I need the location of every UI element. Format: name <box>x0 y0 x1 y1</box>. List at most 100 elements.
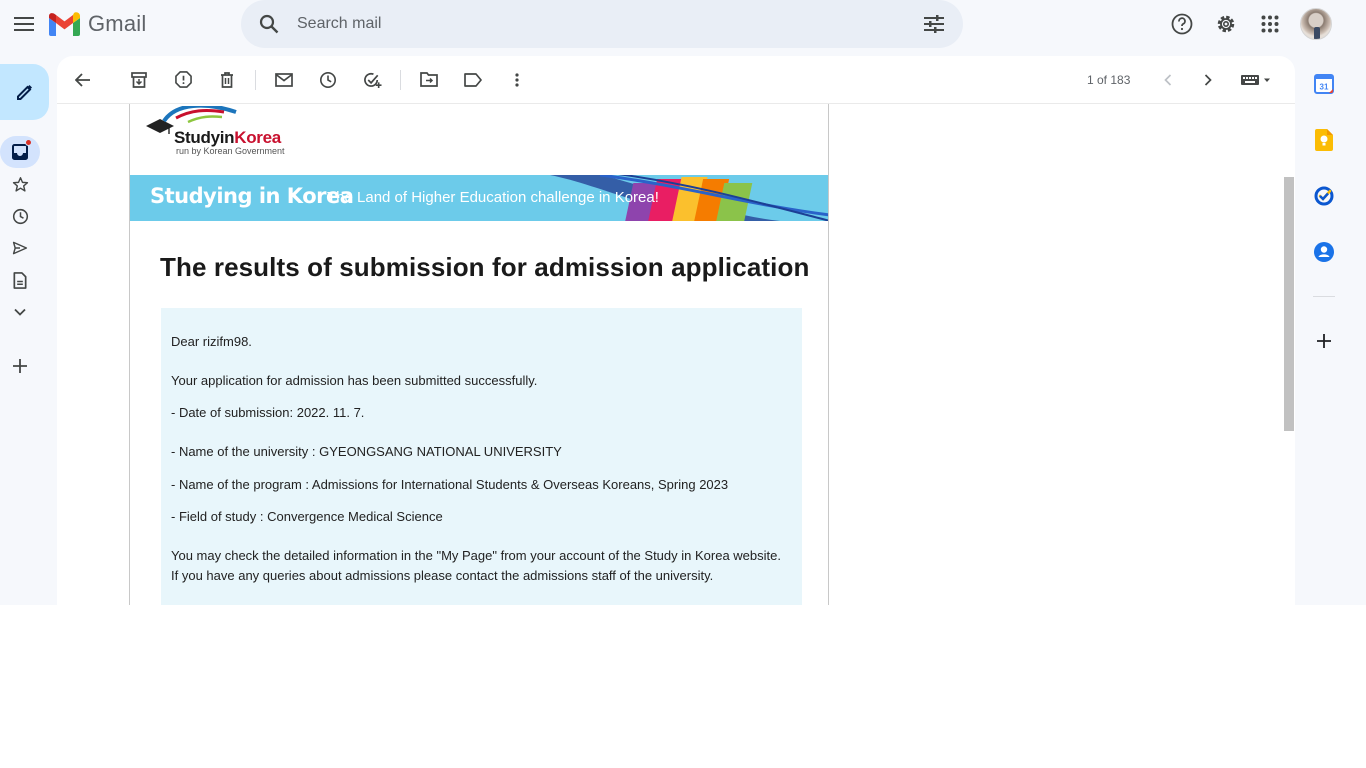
toolbar-divider <box>400 69 401 90</box>
back-icon <box>75 72 90 87</box>
newer-button[interactable] <box>1188 60 1228 100</box>
add-addon-icon <box>1317 334 1331 348</box>
greeting: Dear rizifm98. <box>171 334 252 349</box>
more-options-icon <box>515 72 519 87</box>
submission-confirmation: Your application for admission has been … <box>171 373 538 388</box>
menu-icon <box>14 17 34 31</box>
message-box: Dear rizifm98. Your application for admi… <box>161 308 802 605</box>
side-panel-divider <box>1313 296 1335 297</box>
banner-title: Studying in Korea <box>150 184 354 208</box>
older-icon <box>1164 74 1172 86</box>
search-button[interactable] <box>241 0 297 48</box>
add-label-icon <box>13 359 27 373</box>
gmail-logo[interactable]: Gmail <box>49 10 146 38</box>
contact-info: If you have any queries about admissions… <box>171 568 714 583</box>
snooze-icon <box>319 71 337 88</box>
nav-add-label[interactable] <box>0 350 40 382</box>
help-icon <box>1171 13 1193 35</box>
field-of-study: - Field of study : Convergence Medical S… <box>171 509 443 524</box>
nav-sent[interactable] <box>0 232 40 264</box>
pagination: 1 of 183 <box>1087 56 1284 104</box>
calendar-icon: 31 <box>1314 74 1334 94</box>
sent-icon <box>12 241 28 255</box>
search-input[interactable] <box>297 0 905 48</box>
logo-tagline: run by Korean Government <box>176 146 285 156</box>
nav-inbox[interactable] <box>0 136 40 168</box>
labels-button[interactable] <box>451 60 495 100</box>
email-heading: The results of submission for admission … <box>160 252 810 282</box>
mark-unread-icon <box>275 72 293 87</box>
archive-icon <box>131 71 147 88</box>
main-menu-button[interactable] <box>8 8 40 40</box>
google-apps-button[interactable] <box>1248 0 1292 48</box>
mail-view-panel: 1 of 183 StudyinKorea run by Korean Gove… <box>57 56 1295 605</box>
message-body: StudyinKorea run by Korean Government St… <box>57 104 1279 605</box>
snoozed-icon <box>12 208 28 224</box>
message-scrollbar[interactable] <box>1279 104 1295 605</box>
nav-more[interactable] <box>0 296 40 328</box>
more-icon <box>14 308 26 316</box>
support-button[interactable] <box>1160 0 1204 48</box>
search-options-button[interactable] <box>905 0 963 48</box>
add-to-tasks-icon <box>363 72 381 88</box>
my-page-info: You may check the detailed information i… <box>171 548 781 563</box>
keep-button[interactable] <box>1308 124 1340 156</box>
snooze-button[interactable] <box>306 60 350 100</box>
get-addons-button[interactable] <box>1308 325 1340 357</box>
compose-icon <box>16 84 32 100</box>
nav-starred[interactable] <box>0 168 40 200</box>
program-name: - Name of the program : Admissions for I… <box>171 477 729 492</box>
message-toolbar: 1 of 183 <box>57 56 1295 104</box>
drafts-icon <box>13 271 27 289</box>
inbox-icon <box>12 144 28 160</box>
app-name: Gmail <box>88 11 147 36</box>
university-name: - Name of the university : GYEONGSANG NA… <box>171 444 562 459</box>
header-actions <box>1160 0 1332 48</box>
left-navigation <box>0 136 57 382</box>
delete-icon <box>221 71 233 88</box>
report-spam-icon <box>174 71 192 88</box>
gmail-app: Gmail Search mail 1 of 183 StudyinKorea … <box>0 0 1366 605</box>
calendar-button[interactable]: 31 <box>1308 68 1340 100</box>
study-in-korea-banner: Studying in Korea The Land of Higher Edu… <box>130 175 828 221</box>
apps-icon <box>1261 15 1279 33</box>
move-to-icon <box>420 72 438 87</box>
newer-icon <box>1205 74 1213 86</box>
input-tools-button[interactable] <box>1228 60 1284 100</box>
gmail-logo-icon <box>49 12 80 36</box>
scrollbar-thumb[interactable] <box>1284 177 1294 431</box>
nav-drafts[interactable] <box>0 264 40 296</box>
more-options-button[interactable] <box>495 60 539 100</box>
older-button[interactable] <box>1148 60 1188 100</box>
search-options-icon <box>924 15 944 33</box>
compose-button[interactable] <box>0 64 49 120</box>
studyinkorea-logo: StudyinKorea run by Korean Government <box>146 106 306 162</box>
email-html-content: StudyinKorea run by Korean Government St… <box>129 104 829 605</box>
tasks-icon <box>1314 186 1334 206</box>
inbox-unread-badge <box>25 139 32 146</box>
archive-button[interactable] <box>117 60 161 100</box>
contacts-icon <box>1314 242 1334 262</box>
search-icon <box>259 14 279 34</box>
side-panel: 31 <box>1295 56 1366 605</box>
add-to-tasks-button[interactable] <box>350 60 394 100</box>
tasks-button[interactable] <box>1308 180 1340 212</box>
settings-button[interactable] <box>1204 0 1248 48</box>
nav-snoozed[interactable] <box>0 200 40 232</box>
avatar[interactable] <box>1300 8 1332 40</box>
keep-icon <box>1315 129 1333 151</box>
delete-button[interactable] <box>205 60 249 100</box>
pagination-count: 1 of 183 <box>1087 73 1131 87</box>
mark-as-unread-button[interactable] <box>262 60 306 100</box>
report-spam-button[interactable] <box>161 60 205 100</box>
toolbar-divider <box>255 69 256 90</box>
star-icon <box>12 176 28 192</box>
svg-text:31: 31 <box>1320 83 1329 92</box>
back-to-inbox-button[interactable] <box>61 60 105 100</box>
search-bar <box>241 0 963 48</box>
contacts-button[interactable] <box>1308 236 1340 268</box>
move-to-button[interactable] <box>407 60 451 100</box>
submission-date: - Date of submission: 2022. 11. 7. <box>171 405 365 420</box>
settings-icon <box>1217 15 1235 33</box>
logo-wordmark: StudyinKorea <box>174 128 281 147</box>
